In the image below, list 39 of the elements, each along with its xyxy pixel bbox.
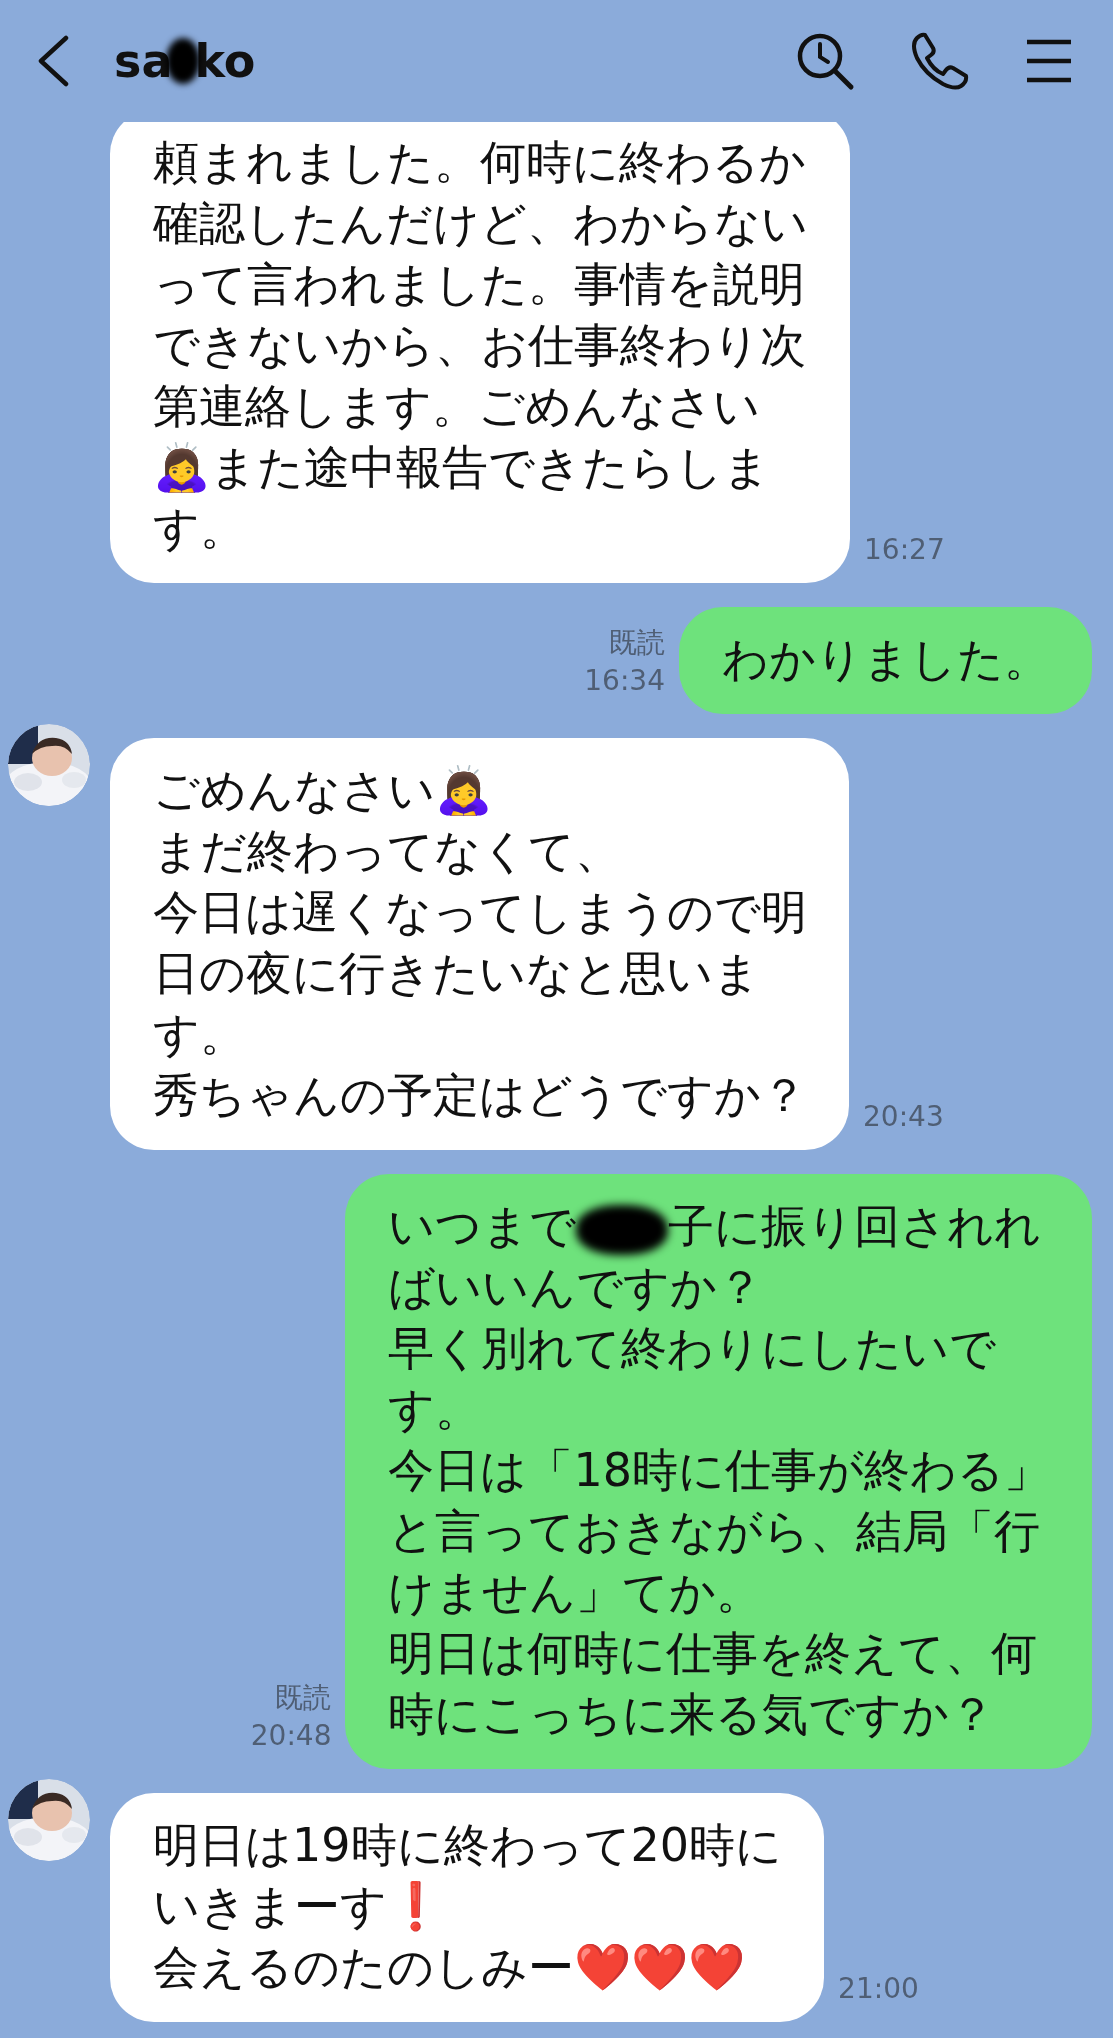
message-text: 頼まれました。何時に終わるか <box>153 134 807 191</box>
back-icon[interactable] <box>36 35 70 87</box>
message-text: いきまーす❗ <box>153 1878 445 1935</box>
message-text: 秀ちゃんの予定はどうですか？ <box>153 1067 807 1124</box>
message-text: す。 <box>153 1006 247 1063</box>
search-icon[interactable] <box>795 31 855 91</box>
read-receipt: 既読 <box>275 1680 332 1716</box>
message-text: 確認したんだけど、わからない <box>153 195 808 252</box>
message-text: まだ終わってなくて、 <box>153 823 622 880</box>
timestamp: 21:00 <box>838 1971 919 2007</box>
timestamp: 16:27 <box>864 532 945 568</box>
message-text: 時にこっちに来る気ですか？ <box>388 1686 997 1743</box>
timestamp: 20:43 <box>863 1099 944 1135</box>
message-text: ばいいんですか？ <box>388 1259 765 1316</box>
message-text: けません」てか。 <box>388 1564 764 1621</box>
message-text: 今日は遅くなってしまうので明 <box>153 884 807 941</box>
timestamp: 20:48 <box>250 1718 332 1754</box>
message-text: 明日は19時に終わって20時に <box>153 1817 783 1874</box>
message-text: 子に振り回されれ <box>668 1199 1042 1253</box>
message-text: 今日は「18時に仕事が終わる」 <box>388 1442 1050 1499</box>
phone-icon[interactable] <box>911 32 969 90</box>
message-text: 明日は何時に仕事を終えて、何 <box>388 1625 1039 1682</box>
message-text: 会えるのたのしみー❤❤❤ <box>153 1939 746 1996</box>
chat-title: ko <box>194 34 256 88</box>
message-text: す。 <box>388 1381 483 1438</box>
message-text: わかりました。 <box>722 631 1050 688</box>
message-text: す。 <box>153 500 247 557</box>
menu-icon[interactable] <box>1025 39 1073 83</box>
message-text: ごめんなさい🙇‍♀ <box>153 762 493 819</box>
message-text: 🙇‍♀また途中報告できたらしま <box>153 439 771 496</box>
message-text: って言われました。事情を説明 <box>153 256 806 313</box>
message-text: 第連絡します。ごめんなさい <box>153 378 761 435</box>
message-text: 早く別れて終わりにしたいで <box>388 1320 998 1377</box>
message-text: いつまで <box>388 1199 577 1253</box>
read-receipt: 既読 <box>609 625 665 661</box>
message-text: 日の夜に行きたいなと思いま <box>153 945 761 1002</box>
message-text: できないから、お仕事終わり次 <box>153 317 807 374</box>
timestamp: 16:34 <box>584 663 665 699</box>
message-text: と言っておきながら、結局「行 <box>388 1503 1042 1560</box>
